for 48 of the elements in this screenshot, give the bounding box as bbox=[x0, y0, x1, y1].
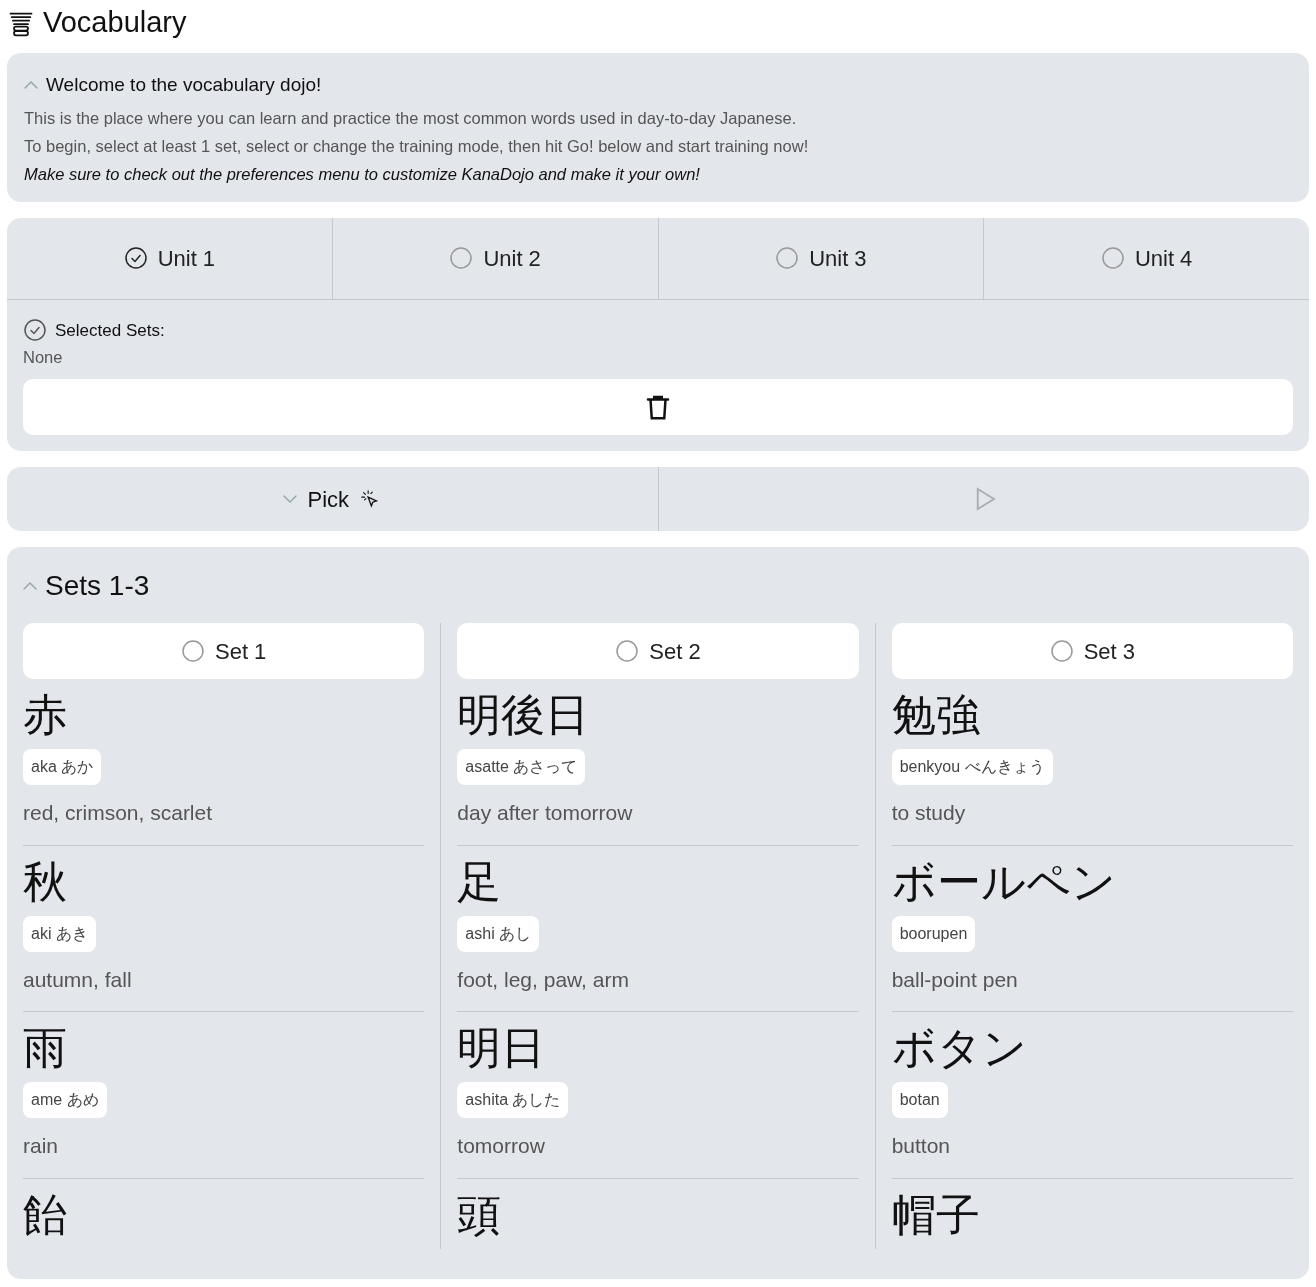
sets-group-title: Sets 1-3 bbox=[45, 569, 150, 603]
set-button[interactable]: Set 1 bbox=[23, 623, 425, 679]
meaning-text: to study bbox=[891, 785, 1293, 846]
reading-tag: ashi あし bbox=[457, 915, 540, 952]
reading-tag: boorupen bbox=[891, 915, 976, 952]
meaning-text: button bbox=[891, 1118, 1293, 1179]
vocab-word: 飴 bbox=[23, 1188, 68, 1241]
unit-tab[interactable]: Unit 1 bbox=[7, 217, 333, 299]
reading-tag: aka あか bbox=[23, 749, 102, 785]
meaning-text: autumn, fall bbox=[23, 951, 425, 1012]
reading-tag: asatte あさって bbox=[457, 749, 586, 785]
vocab-word: ボールペン bbox=[891, 855, 1117, 908]
vocab-word: 雨 bbox=[23, 1022, 68, 1074]
vocab-word: 秋 bbox=[23, 855, 68, 908]
reading-tag: benkyou べんきょう bbox=[891, 749, 1053, 785]
reading-tag: ashita あした bbox=[457, 1082, 569, 1118]
reading-tag: aki あき bbox=[23, 915, 96, 952]
unit-tab[interactable]: Unit 3 bbox=[658, 217, 985, 299]
vocab-word: 赤 bbox=[23, 689, 68, 741]
vocab-word: 足 bbox=[457, 855, 503, 908]
meaning-text: rain bbox=[23, 1118, 425, 1179]
welcome-title: Welcome to the vocabulary dojo! bbox=[46, 73, 322, 97]
vocab-word: 帽子 bbox=[891, 1188, 981, 1241]
vocab-word: 頭 bbox=[457, 1188, 503, 1241]
check-circle-icon bbox=[23, 318, 47, 343]
vocab-word: 勉強 bbox=[891, 689, 981, 741]
intro-text: To begin, select at least 1 set, select or change the training mode, then hit Go! below and start training now! bbox=[24, 135, 810, 157]
meaning-text: tomorrow bbox=[457, 1118, 859, 1179]
vocab-word: 明日 bbox=[457, 1022, 547, 1074]
reading-tag: ame あめ bbox=[23, 1082, 107, 1118]
meaning-text: day after tomorrow bbox=[457, 785, 859, 846]
set-button[interactable]: Set 2 bbox=[457, 623, 859, 679]
intro-text: This is the place where you can learn and practice the most common words used in day-to-day Japanese. bbox=[24, 107, 798, 129]
selected-sets-label: Selected Sets: bbox=[55, 319, 165, 342]
page-title: Vocabulary bbox=[43, 8, 187, 37]
meaning-text: red, crimson, scarlet bbox=[23, 785, 425, 846]
set-button[interactable]: Set 3 bbox=[891, 623, 1293, 679]
unit-tab[interactable]: Unit 2 bbox=[332, 217, 659, 299]
pick-button[interactable]: Pick bbox=[7, 467, 659, 531]
vocab-word: ボタン bbox=[891, 1022, 1028, 1074]
vocab-word: 明後日 bbox=[457, 689, 591, 741]
reading-tag: botan bbox=[891, 1082, 948, 1118]
clear-button[interactable] bbox=[23, 379, 1293, 435]
meaning-text: foot, leg, paw, arm bbox=[457, 951, 859, 1012]
unit-tab[interactable]: Unit 4 bbox=[984, 217, 1309, 299]
selected-sets-value: None bbox=[23, 347, 64, 368]
tip-text: Make sure to check out the preferences menu to customize KanaDojo and make it your own! bbox=[24, 163, 701, 185]
meaning-text: ball-point pen bbox=[891, 951, 1293, 1012]
